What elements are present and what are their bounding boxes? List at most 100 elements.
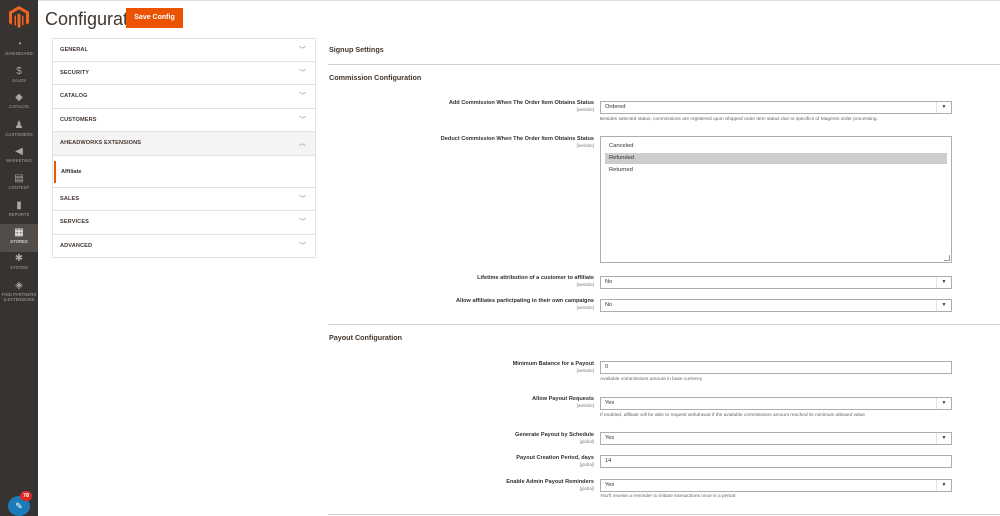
allow-payout-select[interactable]: Yes ▼ (600, 397, 952, 410)
dashboard-icon: ◔ (15, 39, 23, 50)
config-tab-catalog[interactable]: CATALOG ﹀ (52, 85, 316, 109)
admin-reminders-select[interactable]: Yes ▼ (600, 479, 952, 492)
section-divider (328, 324, 1000, 325)
chevron-down-icon: ▼ (936, 480, 951, 491)
section-title-signup[interactable]: Signup Settings (329, 45, 384, 54)
deduct-commission-multiselect[interactable]: Canceled Refunded Returned (600, 136, 952, 263)
admin-nav-catalog[interactable]: ◆ CATALOG (0, 89, 38, 117)
min-balance-note: Available commissions amount in base cur… (600, 377, 703, 382)
gear-icon: ✱ (14, 253, 24, 264)
config-tab-label: CATALOG (60, 93, 88, 99)
box-icon: ◆ (15, 92, 23, 103)
deduct-option-canceled[interactable]: Canceled (605, 141, 947, 152)
admin-nav: ◔ DASHBOARD $ SALES ◆ CATALOG ♟ CUSTOMERS ◀ MARKE… (0, 0, 38, 516)
person-icon: ♟ (14, 120, 24, 131)
deduct-option-refunded[interactable]: Refunded (605, 153, 947, 164)
admin-nav-customers[interactable]: ♟ CUSTOMERS (0, 117, 38, 145)
active-indicator (54, 160, 56, 183)
chevron-down-icon: ▼ (936, 433, 951, 444)
admin-nav-label: SYSTEM (10, 265, 28, 270)
save-config-button[interactable]: Save Config (126, 8, 183, 28)
min-balance-input[interactable]: 0 (600, 361, 952, 374)
chevron-down-icon: ﹀ (299, 116, 306, 124)
chevron-down-icon: ﹀ (299, 195, 306, 203)
config-tab-sales[interactable]: SALES ﹀ (52, 187, 316, 211)
admin-nav-content[interactable]: ▤ CONTENT (0, 170, 38, 198)
config-tab-label: GENERAL (60, 47, 89, 53)
config-tab-label: SECURITY (60, 69, 90, 76)
admin-nav-find-partners[interactable]: ◈ FIND PARTNERS & EXTENSIONS (0, 277, 38, 311)
resize-handle-icon[interactable] (944, 255, 950, 261)
megaphone-icon: ◀ (15, 146, 23, 157)
config-tab-label: SALES (60, 195, 80, 202)
admin-nav-label: REPORTS (8, 212, 30, 217)
admin-reminders-label: Enable Admin Payout Reminders [global] (506, 479, 594, 491)
section-title-commission[interactable]: Commission Configuration (329, 73, 421, 82)
cube-icon: ◈ (15, 280, 23, 291)
chevron-down-icon: ▼ (936, 398, 951, 409)
admin-nav-label: CATALOG (8, 104, 30, 109)
creation-period-label: Payout Creation Period, days [global] (516, 455, 594, 467)
chevron-down-icon: ﹀ (299, 242, 306, 250)
chevron-down-icon: ▼ (936, 300, 951, 311)
config-tab-customers[interactable]: CUSTOMERS ﹀ (52, 108, 316, 132)
admin-nav-sales[interactable]: $ SALES (0, 63, 38, 91)
chevron-down-icon: ﹀ (299, 219, 306, 226)
deduct-option-returned[interactable]: Returned (605, 165, 947, 176)
generate-schedule-label: Generate Payout by Schedule [global] (515, 432, 594, 444)
admin-nav-marketing[interactable]: ◀ MARKETING (0, 143, 38, 171)
admin-nav-dashboard[interactable]: ◔ DASHBOARD (0, 36, 38, 64)
lifetime-attribution-select[interactable]: No ▼ (600, 276, 952, 289)
chevron-down-icon: ▼ (936, 102, 951, 113)
dollar-icon: $ (16, 66, 22, 77)
config-tab-label: AHEADWORKS EXTENSIONS (60, 140, 142, 146)
config-tab-label: CUSTOMERS (60, 116, 97, 123)
creation-period-input[interactable]: 14 (600, 455, 952, 468)
chat-badge: 78 (20, 491, 32, 501)
chevron-down-icon: ▼ (936, 277, 951, 288)
section-divider (328, 64, 1000, 65)
config-tab-label: ADVANCED (60, 242, 93, 249)
add-commission-note: Besides selected status, commissions are… (600, 117, 878, 122)
admin-nav-reports[interactable]: ▮ REPORTS (0, 197, 38, 225)
config-tab-services[interactable]: SERVICES ﹀ (52, 211, 316, 235)
admin-nav-label: CUSTOMERS (5, 132, 33, 137)
config-tab-aheadworks-extensions[interactable]: AHEADWORKS EXTENSIONS ︿ (52, 132, 316, 156)
own-campaigns-select[interactable]: No ▼ (600, 299, 952, 312)
magento-logo-icon[interactable] (9, 6, 29, 28)
admin-reminders-note: You'll receive a reminder to initiate tr… (600, 494, 736, 499)
add-commission-select[interactable]: Ordered ▼ (600, 101, 952, 114)
admin-nav-label: & EXTENSIONS (3, 297, 35, 302)
admin-nav-system[interactable]: ✱ SYSTEM (0, 250, 38, 278)
config-sidebar: GENERAL ﹀ SECURITY ﹀ CATALOG ﹀ CUSTOMERS ﹀ AHEAD… (52, 38, 316, 258)
admin-nav-label: STORES (10, 239, 28, 244)
chevron-down-icon: ﹀ (299, 69, 306, 77)
chevron-down-icon: ﹀ (299, 47, 306, 54)
config-tab-advanced[interactable]: ADVANCED ﹀ (52, 234, 316, 258)
chevron-down-icon: ﹀ (299, 93, 306, 100)
deduct-commission-label: Deduct Commission When The Order Item Ob… (440, 136, 594, 148)
admin-nav-label: DASHBOARD (5, 51, 33, 56)
section-divider (328, 514, 1000, 515)
config-subtab-affiliate[interactable]: Affiliate (52, 155, 316, 188)
allow-payout-note: If enabled, affiliate will be able to re… (600, 413, 865, 418)
config-subtab-label: Affiliate (61, 168, 82, 175)
store-icon: ▦ (14, 227, 24, 238)
config-tab-general[interactable]: GENERAL ﹀ (52, 38, 316, 62)
admin-nav-label: CONTENT (8, 185, 30, 190)
reports-icon: ▮ (16, 200, 22, 211)
own-campaigns-label: Allow affiliates participating in their … (455, 298, 594, 310)
min-balance-label: Minimum Balance for a Payout [website] (512, 361, 594, 373)
admin-nav-label: SALES (11, 78, 26, 83)
admin-nav-label: MARKETING (6, 158, 32, 163)
content-icon: ▤ (14, 173, 24, 184)
config-tab-security[interactable]: SECURITY ﹀ (52, 61, 316, 85)
allow-payout-label: Allow Payout Requests [website] (532, 396, 594, 408)
lifetime-attribution-label: Lifetime attribution of a customer to af… (477, 275, 594, 287)
chevron-up-icon: ︿ (299, 140, 306, 147)
top-border (0, 0, 1000, 1)
section-title-payout[interactable]: Payout Configuration (329, 333, 402, 342)
add-commission-label: Add Commission When The Order Item Obtai… (448, 100, 594, 112)
generate-schedule-select[interactable]: Yes ▼ (600, 432, 952, 445)
admin-nav-stores[interactable]: ▦ STORES (0, 224, 38, 252)
